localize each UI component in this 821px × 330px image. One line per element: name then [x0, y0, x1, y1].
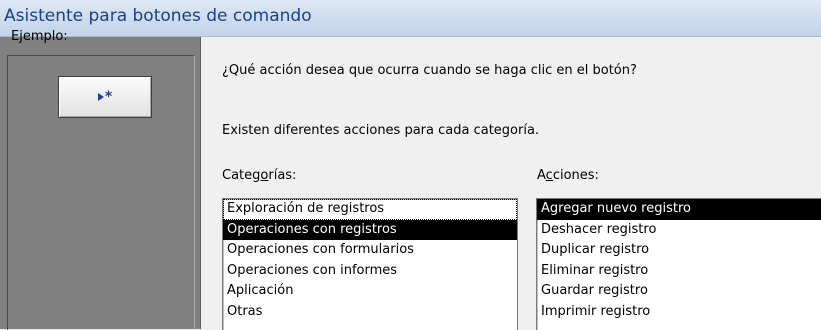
categories-label-part: rías:	[268, 168, 297, 183]
action-item[interactable]: Guardar registro	[537, 281, 821, 302]
category-item[interactable]: Operaciones con registros	[223, 219, 517, 240]
record-pointer-icon	[97, 93, 104, 101]
category-item[interactable]: Operaciones con formularios	[223, 240, 517, 261]
categories-listbox[interactable]: Exploración de registros Operaciones con…	[222, 198, 518, 330]
categories-label-part: Categ	[222, 168, 261, 183]
category-item[interactable]: Aplicación	[223, 281, 517, 302]
category-item[interactable]: Operaciones con informes	[223, 261, 517, 282]
category-item[interactable]: Exploración de registros	[223, 199, 517, 220]
actions-label-part: A	[537, 168, 546, 183]
action-item[interactable]: Agregar nuevo registro	[537, 199, 821, 220]
command-button-wizard-window: Asistente para botones de comando Ejempl…	[0, 0, 821, 330]
action-item[interactable]: Imprimir registro	[537, 302, 821, 323]
window-title: Asistente para botones de comando	[4, 6, 312, 26]
action-item[interactable]: Eliminar registro	[537, 261, 821, 282]
action-item[interactable]: Deshacer registro	[537, 220, 821, 241]
question-text: ¿Qué acción desea que ocurra cuando se h…	[222, 63, 637, 78]
actions-label-mnemonic: c	[545, 168, 553, 183]
asterisk-icon: *	[104, 89, 113, 105]
categories-label: Categorías:	[222, 168, 296, 183]
actions-listbox[interactable]: Agregar nuevo registro Deshacer registro…	[536, 198, 821, 330]
title-bar[interactable]: Asistente para botones de comando	[0, 0, 821, 37]
info-text: Existen diferentes acciones para cada ca…	[222, 123, 540, 138]
example-label: Ejemplo:	[11, 29, 68, 44]
example-preview-button[interactable]: *	[58, 76, 152, 118]
action-item[interactable]: Duplicar registro	[537, 240, 821, 261]
actions-label-part: ciones:	[552, 168, 599, 183]
category-item[interactable]: Otras	[223, 302, 517, 323]
actions-label: Acciones:	[537, 168, 599, 183]
new-record-icon: *	[97, 89, 113, 105]
